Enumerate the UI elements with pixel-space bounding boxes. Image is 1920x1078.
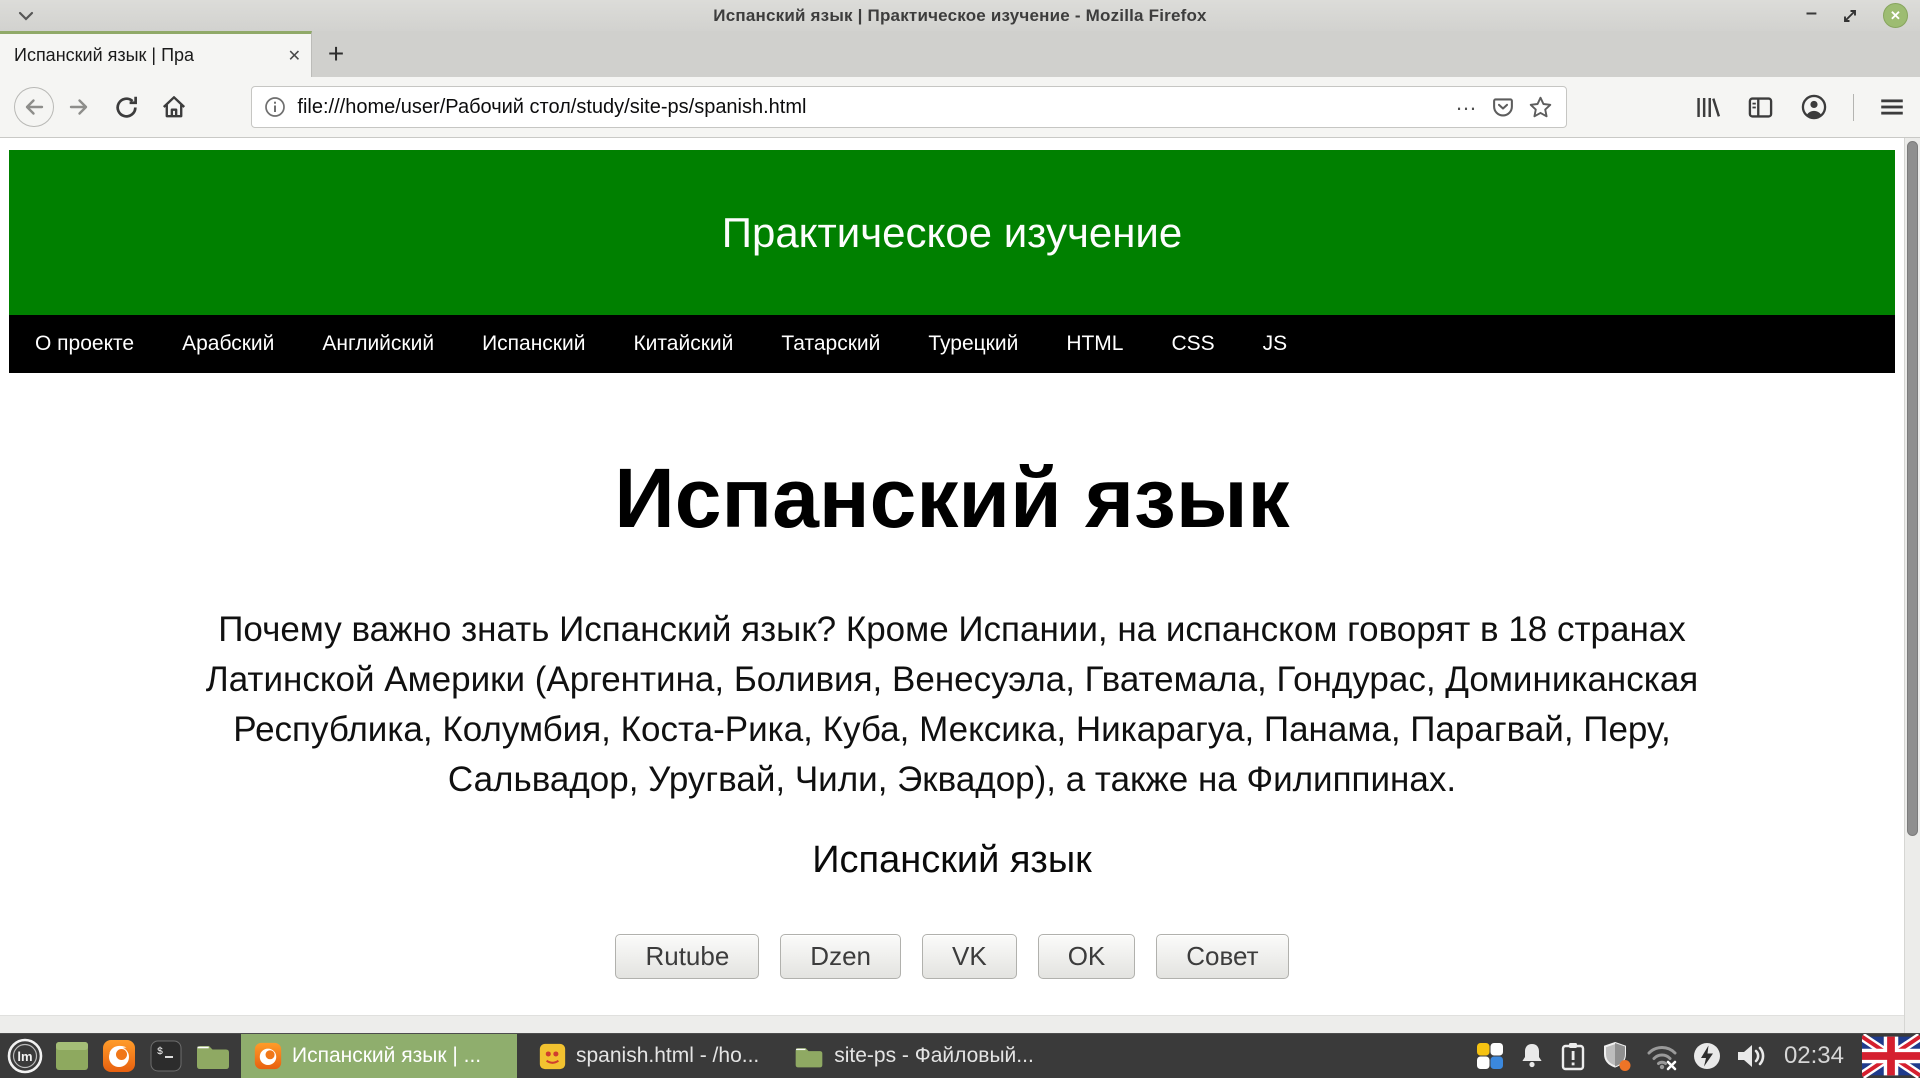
forward-icon (66, 94, 92, 120)
tab-bar: Испанский язык | Пра ✕ + (0, 31, 1920, 77)
toolbar-separator (1853, 94, 1854, 121)
ok-button[interactable]: OK (1038, 934, 1136, 979)
link-buttons-row: Rutube Dzen VK OK Совет (9, 934, 1895, 979)
intro-paragraph: Почему важно знать Испанский язык? Кроме… (9, 605, 1895, 805)
paragraph-line: Почему важно знать Испанский язык? Кроме… (9, 605, 1895, 655)
mint-menu-icon: lm (6, 1037, 44, 1075)
show-desktop-icon (55, 1041, 89, 1071)
nav-item-turkish[interactable]: Турецкий (928, 332, 1018, 356)
minimize-button[interactable]: – (1806, 13, 1817, 19)
notifications-bell-icon[interactable] (1518, 1041, 1546, 1071)
menu-hamburger-icon[interactable] (1878, 93, 1906, 121)
page-viewport: Практическое изучение О проекте Арабский… (0, 138, 1920, 1033)
window-menu-chevron-icon[interactable] (16, 9, 36, 23)
home-button[interactable] (156, 87, 192, 127)
clipboard-alert-icon[interactable] (1559, 1041, 1587, 1071)
paragraph-line: Республика, Колумбия, Коста-Рика, Куба, … (9, 705, 1895, 755)
nav-item-css[interactable]: CSS (1171, 332, 1214, 356)
back-icon (21, 94, 47, 120)
taskbar-window-editor[interactable]: spanish.html - /ho... (526, 1034, 772, 1078)
maximize-button[interactable] (1841, 7, 1859, 25)
tab-spanish[interactable]: Испанский язык | Пра ✕ (0, 31, 312, 77)
close-button[interactable]: ✕ (1883, 3, 1908, 28)
mint-menu-button[interactable]: lm (6, 1036, 44, 1076)
svg-text:$: $ (157, 1046, 163, 1058)
nav-item-arabic[interactable]: Арабский (182, 332, 274, 356)
sovet-button[interactable]: Совет (1156, 934, 1288, 979)
nav-item-about[interactable]: О проекте (35, 332, 134, 356)
toolbar-right-icons (1693, 92, 1906, 122)
taskbar-window-label: site-ps - Файловый... (834, 1044, 1034, 1068)
keyboard-layout-flag[interactable] (1862, 1034, 1920, 1078)
nav-item-chinese[interactable]: Китайский (633, 332, 733, 356)
tab-close-icon[interactable]: ✕ (288, 46, 301, 66)
sidebar-icon[interactable] (1746, 93, 1775, 122)
url-text[interactable]: file:///home/user/Рабочий стол/study/sit… (297, 96, 1444, 119)
dzen-button[interactable]: Dzen (780, 934, 901, 979)
account-icon[interactable] (1799, 92, 1829, 122)
forward-button[interactable] (63, 87, 97, 127)
rutube-button[interactable]: Rutube (615, 934, 759, 979)
nav-item-tatar[interactable]: Татарский (781, 332, 880, 356)
taskbar: lm $ Испанский язык | ... spanish.html -… (0, 1033, 1920, 1078)
scrollbar-thumb[interactable] (1907, 141, 1918, 836)
volume-icon[interactable] (1735, 1042, 1767, 1070)
navigation-toolbar: file:///home/user/Рабочий стол/study/sit… (0, 77, 1920, 138)
window-title: Испанский язык | Практическое изучение -… (0, 6, 1920, 26)
paragraph-line: Латинской Америки (Аргентина, Боливия, В… (9, 655, 1895, 705)
reload-icon (113, 94, 140, 121)
paragraph-line: Сальвадор, Уругвай, Чили, Эквадор), а та… (9, 755, 1895, 805)
bookmark-star-icon[interactable] (1527, 94, 1554, 121)
wifi-offline-icon[interactable] (1645, 1041, 1679, 1071)
nav-item-html[interactable]: HTML (1066, 332, 1123, 356)
back-button[interactable] (14, 87, 54, 127)
text-editor-icon (539, 1043, 566, 1070)
page-footer-strip (0, 1015, 1904, 1033)
home-icon (160, 93, 188, 121)
firewall-shield-icon[interactable] (1600, 1040, 1632, 1072)
files-launcher[interactable] (194, 1036, 232, 1076)
maximize-icon (1841, 7, 1859, 25)
nav-item-js[interactable]: JS (1263, 332, 1288, 356)
info-icon[interactable] (264, 96, 286, 118)
terminal-icon: $ (150, 1040, 182, 1072)
taskbar-window-label: Испанский язык | ... (292, 1044, 481, 1068)
page-title: Испанский язык (9, 451, 1895, 545)
show-desktop-button[interactable] (53, 1036, 91, 1076)
scrollbar-track[interactable] (1904, 138, 1920, 1033)
nav-item-spanish[interactable]: Испанский (482, 332, 585, 356)
firefox-launcher[interactable] (100, 1036, 138, 1076)
banner-title: Практическое изучение (722, 209, 1182, 257)
taskbar-window-label: spanish.html - /ho... (576, 1044, 759, 1068)
tab-title: Испанский язык | Пра (14, 45, 284, 66)
updates-grid-icon[interactable] (1475, 1041, 1505, 1071)
taskbar-clock[interactable]: 02:34 (1784, 1042, 1844, 1070)
page-nav: О проекте Арабский Английский Испанский … (9, 315, 1895, 373)
system-tray: 02:34 (1475, 1034, 1920, 1078)
page-subheading: Испанский язык (9, 839, 1895, 882)
taskbar-window-filemanager[interactable]: site-ps - Файловый... (781, 1034, 1047, 1078)
window-controls: – ✕ (1806, 3, 1908, 28)
svg-text:lm: lm (17, 1049, 32, 1064)
files-folder-icon (195, 1041, 231, 1071)
terminal-launcher[interactable]: $ (147, 1036, 185, 1076)
power-manager-icon[interactable] (1692, 1041, 1722, 1071)
firefox-icon (254, 1042, 282, 1070)
url-bar[interactable]: file:///home/user/Рабочий стол/study/sit… (251, 86, 1567, 128)
window-titlebar: Испанский язык | Практическое изучение -… (0, 0, 1920, 31)
screen: Испанский язык | Практическое изучение -… (0, 0, 1920, 1078)
folder-icon (794, 1044, 824, 1069)
page-banner: Практическое изучение (9, 150, 1895, 315)
library-icon[interactable] (1693, 93, 1722, 122)
reload-button[interactable] (108, 87, 144, 127)
taskbar-window-firefox[interactable]: Испанский язык | ... (241, 1034, 517, 1078)
vk-button[interactable]: VK (922, 934, 1017, 979)
page-actions-icon[interactable]: … (1455, 90, 1479, 124)
new-tab-button[interactable]: + (312, 31, 360, 77)
firefox-icon (102, 1039, 136, 1073)
nav-item-english[interactable]: Английский (322, 332, 434, 356)
pocket-icon[interactable] (1490, 94, 1516, 120)
web-page: Практическое изучение О проекте Арабский… (0, 138, 1904, 1033)
